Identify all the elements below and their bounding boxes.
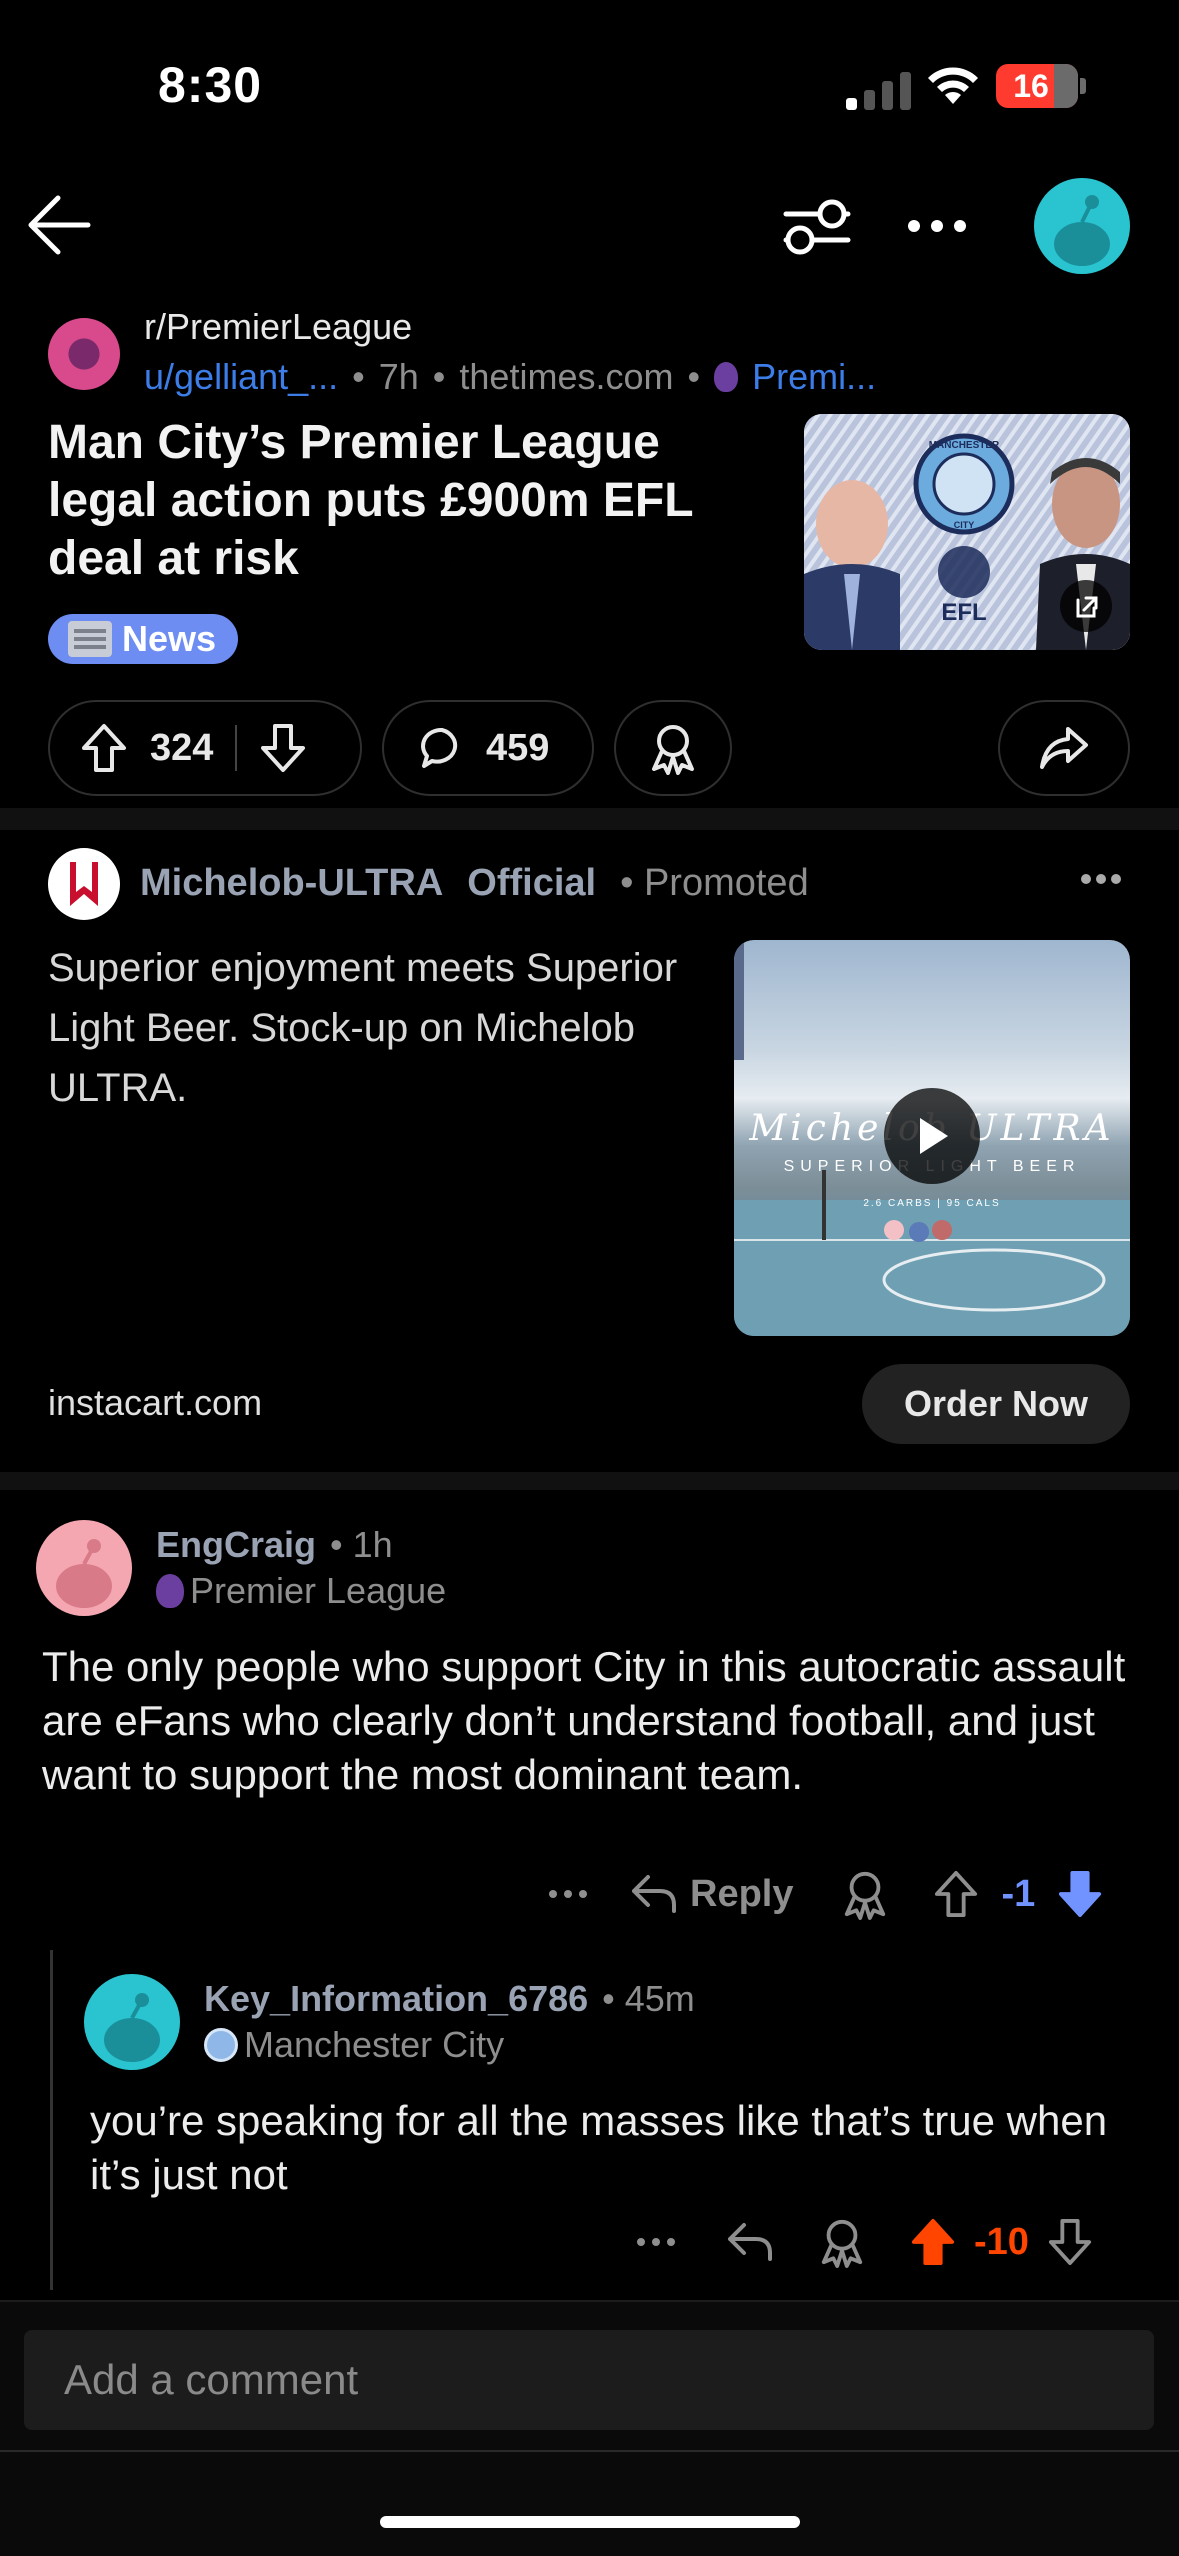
- comment-actions: -10: [636, 2216, 1093, 2268]
- comment-avatar[interactable]: [36, 1520, 132, 1616]
- subreddit-icon[interactable]: [48, 318, 120, 390]
- advertiser-logo[interactable]: [48, 848, 120, 920]
- comment-flair: Manchester City: [204, 2024, 504, 2066]
- comment-downvote-active-icon[interactable]: [1057, 1869, 1103, 1919]
- svg-text:EFL: EFL: [941, 599, 986, 626]
- post-age: 7h: [378, 356, 419, 397]
- comment-upvote-active-icon[interactable]: [910, 2217, 956, 2267]
- more-options-icon[interactable]: [906, 216, 968, 236]
- post-domain[interactable]: thetimes.com: [459, 356, 673, 398]
- comment-age: • 45m: [602, 1978, 695, 2019]
- manchester-city-flair-icon: [204, 2028, 238, 2062]
- ad-body-text[interactable]: Superior enjoyment meets Superior Light …: [48, 938, 708, 1118]
- official-badge: Official: [467, 862, 597, 904]
- advertiser-name[interactable]: Michelob-ULTRA: [140, 862, 443, 905]
- comment-flair: Premier League: [156, 1570, 446, 1612]
- award-icon[interactable]: [818, 2216, 866, 2268]
- meta-dot: •: [687, 356, 701, 397]
- post-author[interactable]: u/gelliant_...: [144, 356, 338, 398]
- post-flair[interactable]: Premi...: [752, 356, 876, 398]
- comment-flair-label: Premier League: [190, 1570, 447, 1611]
- home-indicator[interactable]: [380, 2516, 800, 2528]
- comment-body[interactable]: you’re speaking for all the masses like …: [90, 2094, 1130, 2202]
- comment-age: • 1h: [330, 1524, 393, 1565]
- wifi-icon: [928, 67, 978, 104]
- newspaper-icon: [68, 621, 112, 657]
- post-title[interactable]: Man City’s Premier League legal action p…: [48, 414, 768, 588]
- share-button[interactable]: [998, 700, 1130, 796]
- promoted-label: • Promoted: [620, 862, 809, 904]
- ad-header: Michelob-ULTRA Official • Promoted: [140, 862, 809, 905]
- comment-flair-label: Manchester City: [244, 2024, 505, 2065]
- reply-icon[interactable]: [726, 2221, 774, 2263]
- meta-dot: •: [432, 356, 446, 397]
- award-button[interactable]: [614, 700, 732, 796]
- reply-icon[interactable]: [630, 1873, 678, 1915]
- comment-count: 459: [486, 726, 550, 769]
- battery-nub: [1080, 78, 1086, 94]
- article-thumbnail[interactable]: MANCHESTER CITY EFL: [804, 414, 1130, 650]
- section-separator: [0, 1472, 1179, 1490]
- composer-divider: [0, 2450, 1179, 2452]
- post-meta: u/gelliant_... • 7h • thetimes.com • Pre…: [144, 356, 876, 398]
- comment-upvote-icon[interactable]: [933, 1869, 979, 1919]
- comment-score: -1: [1001, 1872, 1036, 1915]
- comment-more-icon[interactable]: [548, 1887, 588, 1901]
- reply-label[interactable]: Reply: [690, 1873, 793, 1916]
- comment-score: -10: [974, 2220, 1029, 2263]
- award-icon: [652, 725, 694, 775]
- comment-bubble-icon: [421, 727, 458, 768]
- comment-body[interactable]: The only people who support City in this…: [42, 1640, 1152, 1802]
- ad-domain[interactable]: instacart.com: [48, 1382, 262, 1424]
- comment-actions: Reply -1: [548, 1868, 1103, 1920]
- ad-video-nutrition: 2.6 CARBS | 95 CALS: [863, 1198, 1001, 1209]
- svg-text:MANCHESTER: MANCHESTER: [929, 440, 1000, 451]
- subreddit-name[interactable]: r/PremierLeague: [144, 306, 412, 348]
- order-now-button[interactable]: Order Now: [862, 1364, 1130, 1444]
- news-flair-tag[interactable]: News: [48, 614, 239, 664]
- battery-icon: 16: [996, 64, 1078, 108]
- user-avatar[interactable]: [1034, 178, 1130, 274]
- svg-text:CITY: CITY: [954, 520, 975, 530]
- play-icon: [920, 1118, 948, 1154]
- vote-pill: 324: [48, 700, 362, 796]
- thread-line[interactable]: [50, 1950, 53, 2290]
- news-tag-label: News: [122, 618, 217, 659]
- cellular-signal-icon: [846, 70, 911, 110]
- premier-league-flair-icon: [714, 362, 739, 392]
- comment-author[interactable]: EngCraig: [156, 1524, 316, 1566]
- award-icon[interactable]: [841, 1868, 889, 1920]
- comment-header: Key_Information_6786 • 45m: [204, 1978, 695, 2020]
- add-comment-input[interactable]: Add a comment: [24, 2330, 1154, 2430]
- comment-header: EngCraig • 1h: [156, 1524, 393, 1566]
- share-icon: [1040, 727, 1088, 769]
- premier-league-flair-icon: [156, 1574, 184, 1608]
- comment-downvote-icon[interactable]: [1047, 2217, 1093, 2267]
- comment-author[interactable]: Key_Information_6786: [204, 1978, 588, 2020]
- section-separator: [0, 808, 1179, 830]
- comment-more-icon[interactable]: [636, 2235, 676, 2249]
- meta-dot: •: [352, 356, 365, 397]
- post-score: 324: [150, 726, 214, 769]
- status-time: 8:30: [158, 57, 263, 113]
- upvote-icon[interactable]: [80, 722, 128, 774]
- comments-button[interactable]: 459: [382, 700, 594, 796]
- filter-sliders-icon[interactable]: [782, 196, 852, 258]
- play-button[interactable]: [884, 1088, 980, 1184]
- comment-avatar[interactable]: [84, 1974, 180, 2070]
- vote-divider: [235, 725, 238, 771]
- downvote-icon[interactable]: [259, 722, 307, 774]
- back-arrow-icon[interactable]: [26, 194, 92, 256]
- ad-video[interactable]: Michelob ULTRA SUPERIOR LIGHT BEER 2.6 C…: [734, 940, 1130, 1336]
- ad-more-options-icon[interactable]: [1080, 872, 1122, 886]
